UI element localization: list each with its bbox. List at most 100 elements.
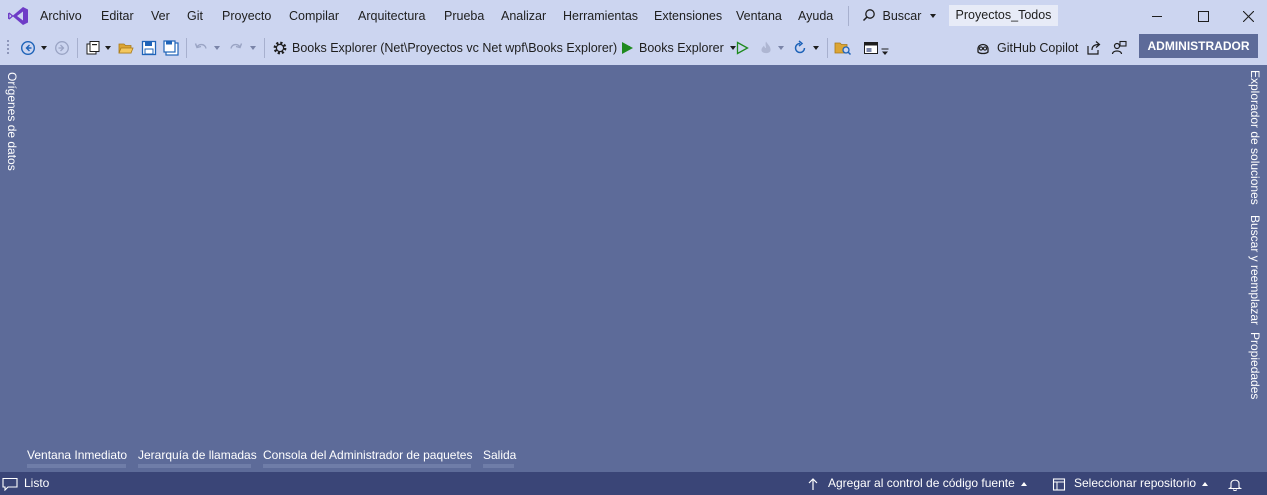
navigate-forward-button[interactable]	[54, 37, 70, 59]
chevron-down-icon	[105, 46, 111, 50]
folder-search-icon	[834, 42, 852, 56]
new-project-button[interactable]	[85, 37, 111, 59]
bottom-tab-label: Ventana Inmediato	[27, 448, 128, 462]
menu-git[interactable]: Git	[187, 0, 203, 32]
search-label: Buscar	[882, 9, 922, 23]
side-tab-properties[interactable]: Propiedades	[1245, 332, 1265, 400]
toolbar-separator	[77, 38, 78, 58]
bottom-tab-immediate-window[interactable]: Ventana Inmediato	[27, 446, 128, 468]
menu-ventana[interactable]: Ventana	[736, 0, 782, 32]
search-button[interactable]: Buscar	[862, 0, 936, 32]
chevron-down-icon	[929, 14, 936, 18]
chevron-down-icon	[214, 46, 220, 50]
title-bar: Archivo Editar Ver Git Proyecto Compilar…	[0, 0, 1267, 32]
hot-reload-button[interactable]	[758, 37, 784, 59]
save-icon	[141, 40, 157, 56]
close-icon	[1242, 10, 1254, 22]
overflow-chevron-icon	[881, 48, 889, 55]
menu-arquitectura[interactable]: Arquitectura	[358, 0, 425, 32]
menu-proyecto[interactable]: Proyecto	[222, 0, 271, 32]
feedback-person-icon	[1111, 40, 1127, 55]
editor-workspace	[24, 65, 1242, 445]
solution-explorer-toggle-button[interactable]	[834, 37, 852, 59]
repository-label: Seleccionar repositorio	[1074, 476, 1197, 490]
menu-editar[interactable]: Editar	[101, 0, 134, 32]
menu-analizar[interactable]: Analizar	[501, 0, 546, 32]
chevron-down-icon	[778, 46, 784, 50]
minimize-button[interactable]	[1134, 0, 1180, 32]
start-without-debugging-button[interactable]	[735, 37, 749, 59]
chevron-down-icon	[41, 46, 47, 50]
status-ready: Listo	[2, 472, 49, 495]
standard-toolbar: Books Explorer (Net\Proyectos vc Net wpf…	[0, 32, 1267, 65]
redo-icon	[230, 43, 243, 49]
start-debugging-button[interactable]: Books Explorer	[620, 37, 736, 59]
bottom-tab-label: Jerarquía de llamadas	[138, 448, 257, 462]
maximize-icon	[1197, 10, 1209, 22]
startup-project-path: Books Explorer (Net\Proyectos vc Net wpf…	[292, 41, 618, 55]
visual-studio-logo-icon[interactable]	[7, 6, 29, 26]
side-tab-label: Explorador de soluciones	[1248, 70, 1262, 205]
maximize-button[interactable]	[1180, 0, 1226, 32]
menu-compilar[interactable]: Compilar	[289, 0, 339, 32]
toolbar-separator	[827, 38, 828, 58]
search-icon	[862, 9, 875, 22]
menu-ayuda[interactable]: Ayuda	[798, 0, 833, 32]
undo-icon	[194, 43, 207, 49]
bottom-tab-label: Consola del Administrador de paquetes	[263, 448, 473, 462]
bottom-tab-package-manager-console[interactable]: Consola del Administrador de paquetes	[263, 446, 473, 468]
copilot-label: GitHub Copilot	[997, 41, 1079, 55]
menu-archivo[interactable]: Archivo	[40, 0, 82, 32]
save-all-button[interactable]	[163, 37, 179, 59]
side-tab-label: Propiedades	[1248, 332, 1262, 400]
chevron-down-icon	[250, 46, 256, 50]
menu-extensiones[interactable]: Extensiones	[654, 0, 722, 32]
administrator-badge: ADMINISTRADOR	[1139, 34, 1258, 58]
comment-icon	[2, 477, 18, 491]
menu-herramientas[interactable]: Herramientas	[563, 0, 638, 32]
save-button[interactable]	[141, 37, 157, 59]
close-button[interactable]	[1225, 0, 1267, 32]
window-layout-icon	[864, 42, 878, 54]
new-item-icon	[86, 41, 100, 55]
chevron-up-icon	[1202, 481, 1209, 486]
refresh-icon	[794, 40, 806, 54]
menu-prueba[interactable]: Prueba	[444, 0, 484, 32]
feedback-button[interactable]	[1111, 37, 1127, 59]
minimize-icon	[1152, 16, 1162, 17]
side-tab-label: Orígenes de datos	[5, 72, 19, 171]
open-file-button[interactable]	[118, 37, 134, 59]
bottom-tab-call-hierarchy[interactable]: Jerarquía de llamadas	[138, 446, 257, 468]
toolbar-separator	[186, 38, 187, 58]
side-tab-solution-explorer[interactable]: Explorador de soluciones	[1245, 70, 1265, 205]
notifications-button[interactable]	[1228, 472, 1242, 495]
share-icon	[1087, 41, 1101, 55]
undo-button[interactable]	[193, 37, 220, 59]
chevron-down-icon	[813, 46, 819, 50]
refresh-button[interactable]	[792, 37, 819, 59]
bell-icon	[1228, 479, 1242, 491]
arrow-up-icon	[808, 477, 818, 490]
window-layout-button[interactable]	[863, 37, 889, 59]
solution-name-badge: Proyectos_Todos	[949, 5, 1058, 26]
play-outline-icon	[736, 41, 749, 55]
startup-project-selector[interactable]: Books Explorer (Net\Proyectos vc Net wpf…	[272, 37, 631, 59]
status-bar: Listo Agregar al control de código fuent…	[0, 472, 1267, 495]
bottom-tab-output[interactable]: Salida	[483, 446, 516, 468]
toolbar-grip[interactable]	[6, 37, 10, 59]
live-share-button[interactable]	[1086, 37, 1102, 59]
add-to-source-control-button[interactable]: Agregar al control de código fuente	[807, 472, 1027, 495]
open-folder-icon	[118, 43, 134, 54]
side-tab-label: Buscar y reemplazar	[1248, 215, 1262, 326]
side-tab-find-replace[interactable]: Buscar y reemplazar	[1245, 215, 1265, 326]
repository-icon	[1052, 477, 1066, 491]
menu-ver[interactable]: Ver	[151, 0, 170, 32]
run-target-label: Books Explorer	[639, 41, 724, 55]
copilot-icon	[977, 43, 989, 55]
redo-button[interactable]	[228, 37, 256, 59]
github-copilot-button[interactable]: GitHub Copilot	[975, 37, 1078, 59]
play-icon	[622, 42, 633, 54]
side-tab-data-sources[interactable]: Orígenes de datos	[2, 72, 22, 172]
select-repository-button[interactable]: Seleccionar repositorio	[1052, 472, 1209, 495]
navigate-back-button[interactable]	[20, 37, 47, 59]
